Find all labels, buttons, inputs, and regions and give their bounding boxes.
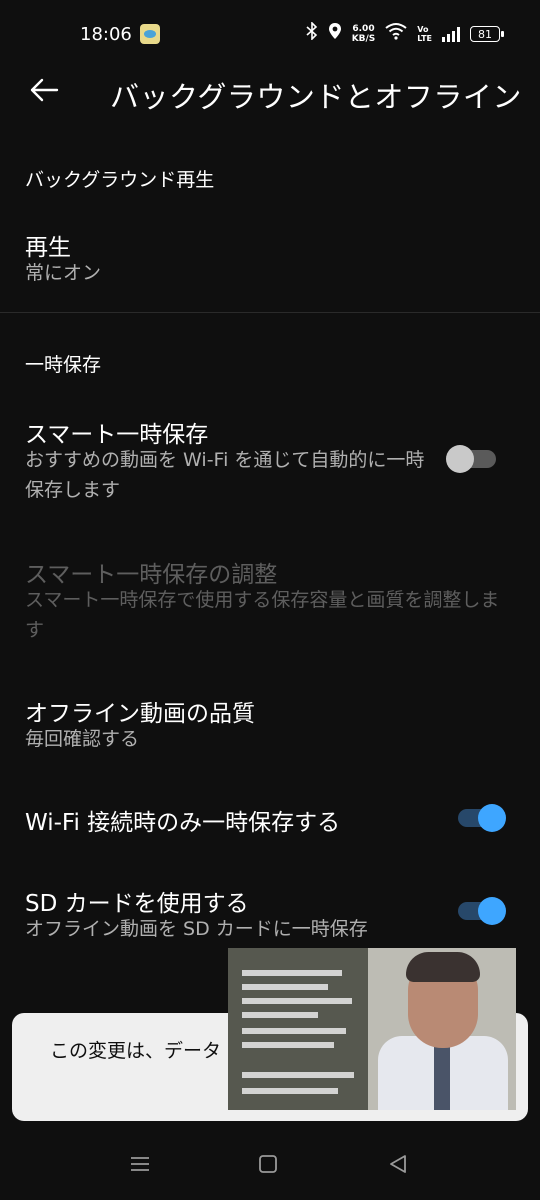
status-icons: 6.00 KB/S Vo LTE 81 [306, 20, 504, 47]
video-presenter-tie [434, 1046, 450, 1110]
nav-recents-button[interactable] [125, 1154, 155, 1178]
video-presenter-hair [406, 952, 480, 982]
app-bar: バックグラウンドとオフライン [0, 60, 540, 124]
playback-title: 再生 [25, 235, 71, 261]
menu-lines-icon [129, 1155, 151, 1177]
notification-app-icon [140, 24, 160, 44]
smart-download-subtitle: おすすめの動画を Wi-Fi を通じて自動的に一時保存します [25, 449, 425, 501]
square-home-icon [258, 1154, 278, 1178]
nav-home-button[interactable] [253, 1154, 283, 1178]
volte-bottom: LTE [417, 34, 432, 43]
page-title: バックグラウンドとオフライン [110, 80, 522, 114]
smart-download-title: スマート一時保存 [25, 422, 209, 448]
sd-card-title: SD カードを使用する [25, 891, 249, 917]
smart-download-adjust-subtitle: スマート一時保存で使用する保存容量と画質を調整します [25, 589, 500, 641]
offline-quality-title: オフライン動画の品質 [25, 701, 255, 727]
section-divider [0, 312, 540, 313]
network-speed-value: 6.00 [352, 24, 375, 34]
volte-top: Vo [417, 25, 429, 34]
smart-download-adjust-title: スマート一時保存の調整 [25, 562, 278, 588]
section-header-background-play: バックグラウンド再生 [25, 169, 215, 191]
wifi-icon [385, 22, 407, 47]
sd-card-toggle[interactable] [458, 893, 508, 929]
signal-bars-icon [442, 26, 460, 42]
triangle-back-icon [388, 1154, 408, 1178]
location-pin-icon [328, 22, 342, 47]
wifi-only-title: Wi-Fi 接続時のみ一時保存する [25, 810, 341, 836]
toggle-knob [446, 445, 474, 473]
volte-indicator: Vo LTE [417, 25, 432, 43]
network-speed: 6.00 KB/S [352, 24, 376, 44]
smart-download-toggle[interactable] [446, 441, 500, 477]
arrow-left-icon [29, 78, 59, 106]
back-button[interactable] [22, 70, 66, 114]
bluetooth-icon [306, 20, 318, 47]
mini-player-video[interactable] [228, 948, 516, 1110]
network-speed-unit: KB/S [351, 34, 376, 44]
status-time: 18:06 [80, 24, 132, 45]
section-header-downloads: 一時保存 [25, 354, 102, 376]
system-navigation-bar [0, 1130, 540, 1200]
toggle-knob [478, 897, 506, 925]
nav-back-button[interactable] [383, 1154, 413, 1178]
sd-card-subtitle: オフライン動画を SD カードに一時保存 [25, 918, 368, 940]
battery-indicator: 81 [470, 26, 504, 42]
wifi-only-toggle[interactable] [458, 800, 508, 836]
playback-value: 常にオン [25, 262, 102, 284]
video-slide-area [228, 948, 368, 1110]
toggle-knob [478, 804, 506, 832]
offline-quality-value: 毎回確認する [25, 728, 140, 750]
